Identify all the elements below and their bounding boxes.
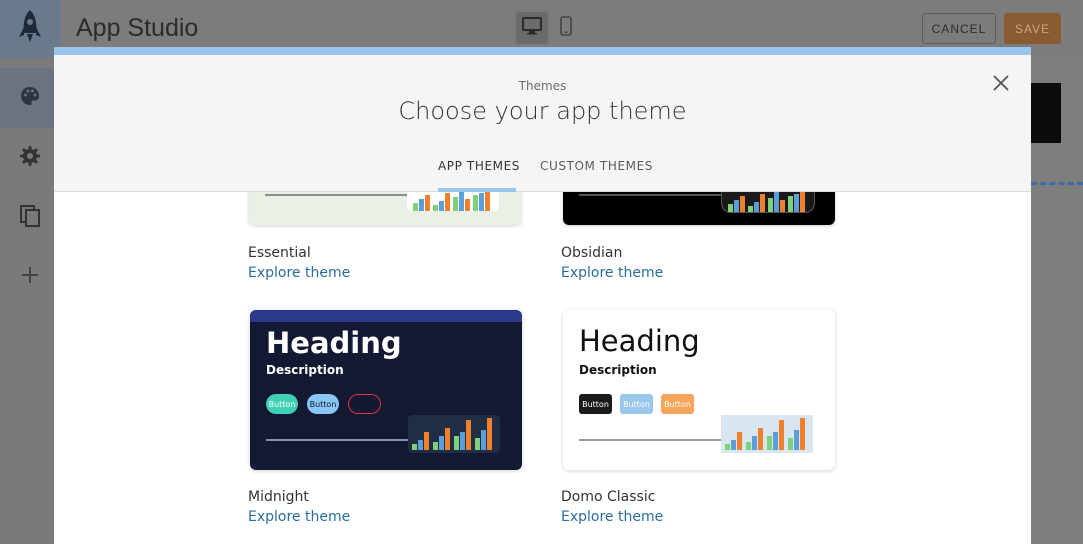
preview-divider xyxy=(579,439,729,441)
preview-heading: Heading xyxy=(266,326,402,360)
theme-card-midnight[interactable]: Heading Description Button Button Button xyxy=(250,310,522,470)
theme-name-obsidian: Obsidian xyxy=(561,245,623,261)
save-button[interactable]: SAVE xyxy=(1004,13,1061,44)
preview-button-primary: Button xyxy=(266,394,298,414)
preview-divider xyxy=(579,194,729,196)
close-icon xyxy=(993,75,1009,95)
preview-button-accent: Button xyxy=(661,394,694,414)
preview-button-secondary: Button xyxy=(307,394,339,414)
rail-item-pages[interactable] xyxy=(0,188,60,248)
logo-tile[interactable] xyxy=(0,0,60,58)
theme-name-essential: Essential xyxy=(248,245,311,261)
modal-title: Choose your app theme xyxy=(398,97,687,125)
desktop-view-button[interactable] xyxy=(516,12,548,44)
theme-card-domo-classic[interactable]: Heading Description Button Button Button xyxy=(563,310,835,470)
desktop-icon xyxy=(522,17,542,39)
preview-divider xyxy=(265,194,415,196)
preview-divider xyxy=(266,439,416,441)
copy-icon xyxy=(19,204,41,232)
tab-custom-themes[interactable]: CUSTOM THEMES xyxy=(540,159,653,189)
mobile-icon xyxy=(560,16,572,40)
modal-header: Themes Choose your app theme APP THEMES … xyxy=(54,55,1031,192)
mobile-view-button[interactable] xyxy=(550,12,582,44)
theme-name-domo-classic: Domo Classic xyxy=(561,489,656,505)
gear-icon xyxy=(19,145,41,171)
preview-heading: Heading xyxy=(579,324,700,358)
left-rail xyxy=(0,58,60,544)
palette-icon xyxy=(19,85,41,111)
modal-overline: Themes xyxy=(518,79,567,93)
canvas-dashed-guide xyxy=(1031,182,1083,185)
preview-chart xyxy=(721,415,813,453)
preview-description: Description xyxy=(266,363,344,377)
theme-name-midnight: Midnight xyxy=(248,489,309,505)
preview-chart xyxy=(408,415,500,453)
theme-modal: Themes Choose your app theme APP THEMES … xyxy=(54,47,1031,544)
canvas-dark-block xyxy=(1031,83,1061,143)
preview-description: Description xyxy=(579,363,657,377)
rail-item-add[interactable] xyxy=(0,247,60,307)
preview-header-band xyxy=(250,310,522,322)
tab-app-themes[interactable]: APP THEMES xyxy=(438,159,520,189)
preview-button-secondary: Button xyxy=(620,394,653,414)
rocket-icon xyxy=(15,7,45,51)
preview-button-primary: Button xyxy=(579,394,612,414)
plus-icon xyxy=(21,266,39,288)
rail-item-settings[interactable] xyxy=(0,128,60,188)
close-button[interactable] xyxy=(990,74,1012,96)
tab-active-indicator xyxy=(438,188,516,192)
cancel-button[interactable]: CANCEL xyxy=(922,13,996,44)
explore-link-obsidian[interactable]: Explore theme xyxy=(561,265,663,281)
app-title: App Studio xyxy=(76,14,199,42)
rail-item-theme[interactable] xyxy=(0,68,60,128)
explore-link-midnight[interactable]: Explore theme xyxy=(248,509,350,525)
modal-accent-bar xyxy=(54,47,1031,55)
explore-link-essential[interactable]: Explore theme xyxy=(248,265,350,281)
explore-link-domo-classic[interactable]: Explore theme xyxy=(561,509,663,525)
preview-button-outline: Button xyxy=(348,394,381,414)
